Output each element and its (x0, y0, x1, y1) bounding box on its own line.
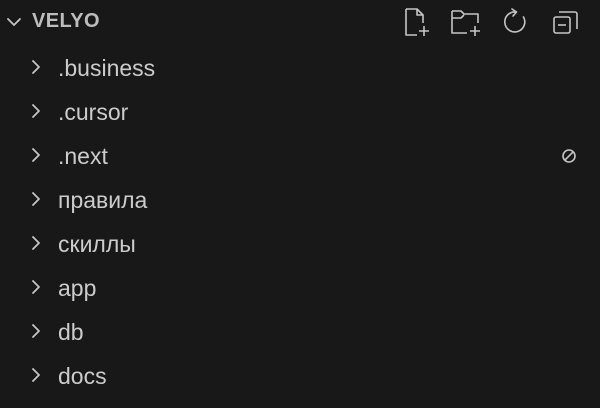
tree-item-label: .business (58, 55, 156, 81)
ignored-icon (560, 147, 578, 165)
new-folder-button[interactable] (450, 6, 482, 38)
chevron-right-icon[interactable] (26, 57, 46, 77)
tree-item-label: db (58, 319, 84, 345)
chevron-down-icon[interactable] (4, 12, 24, 32)
new-file-icon (405, 8, 429, 36)
explorer-panel: VELYO .business .cursor .next правила ск… (0, 0, 600, 408)
chevron-right-icon[interactable] (26, 277, 46, 297)
collapse-all-icon (553, 11, 578, 34)
workspace-title: VELYO (32, 10, 100, 32)
chevron-right-icon[interactable] (26, 233, 46, 253)
explorer-section-header[interactable]: VELYO (0, 0, 600, 44)
tree-item-pravila[interactable]: правила (0, 178, 600, 222)
tree-item-db[interactable]: db (0, 310, 600, 354)
chevron-right-icon[interactable] (26, 145, 46, 165)
tree-item-label: .cursor (58, 99, 129, 125)
explorer-toolbar (400, 6, 582, 38)
tree-item-label: .next (58, 143, 108, 169)
chevron-right-icon[interactable] (26, 321, 46, 341)
tree-item-business[interactable]: .business (0, 46, 600, 90)
tree-item-docs[interactable]: docs (0, 354, 600, 398)
new-folder-icon (451, 10, 480, 36)
chevron-right-icon[interactable] (26, 365, 46, 385)
tree-item-app[interactable]: app (0, 266, 600, 310)
new-file-button[interactable] (400, 6, 432, 38)
refresh-explorer-button[interactable] (500, 6, 532, 38)
chevron-right-icon[interactable] (26, 189, 46, 209)
tree-item-label: docs (58, 363, 107, 389)
tree-item-label: правила (58, 187, 148, 213)
collapse-folders-button[interactable] (550, 6, 582, 38)
tree-item-skilly[interactable]: скиллы (0, 222, 600, 266)
chevron-right-icon[interactable] (26, 101, 46, 121)
tree-item-cursor[interactable]: .cursor (0, 90, 600, 134)
file-tree: .business .cursor .next правила скиллы a… (0, 46, 600, 398)
tree-item-next[interactable]: .next (0, 134, 600, 178)
tree-item-label: скиллы (58, 231, 136, 257)
refresh-icon (504, 8, 526, 33)
tree-item-label: app (58, 275, 97, 301)
